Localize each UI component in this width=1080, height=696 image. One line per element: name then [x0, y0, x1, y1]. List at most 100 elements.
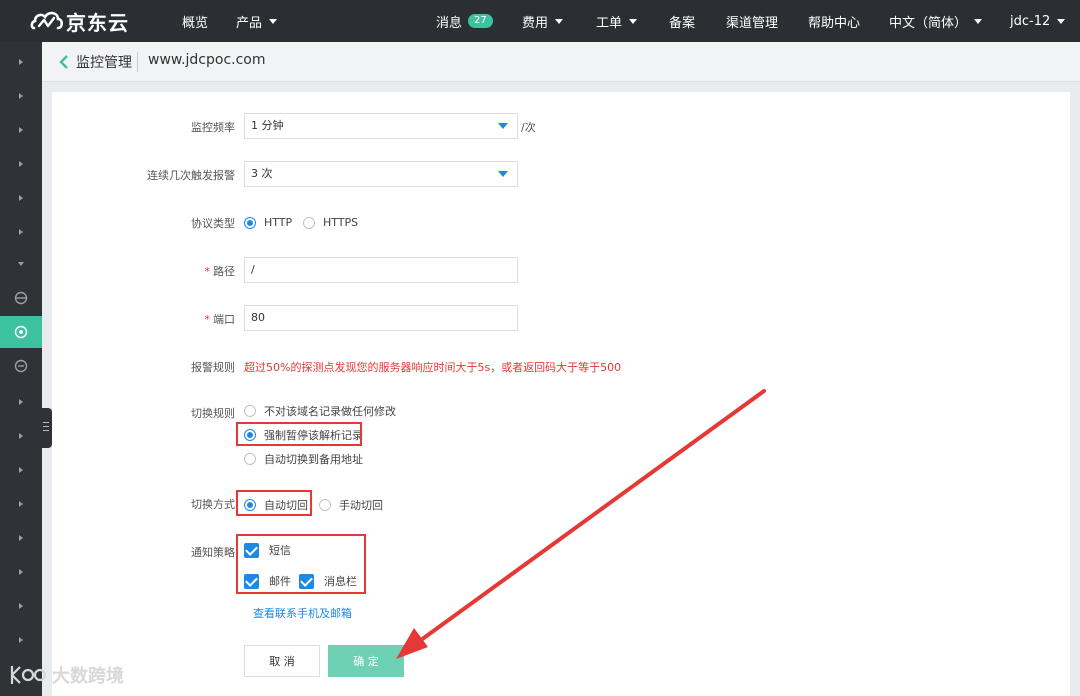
- protocol-radio-http[interactable]: HTTP: [244, 216, 292, 229]
- trigger-label: 连续几次触发报警: [147, 169, 235, 182]
- dropdown-arrow-icon: [498, 123, 508, 129]
- nav-language[interactable]: 中文（简体）: [889, 0, 983, 42]
- rail-item[interactable]: [0, 624, 42, 656]
- nav-billing-label: 费用: [522, 15, 549, 31]
- protocol-label: 协议类型: [191, 217, 235, 230]
- rail-item[interactable]: [0, 80, 42, 112]
- chevron-right-icon: [19, 59, 23, 65]
- chevron-down-icon: [974, 18, 983, 24]
- port-input[interactable]: 80: [244, 305, 518, 331]
- required-mark: *: [204, 265, 211, 278]
- radio-unchecked-icon: [244, 453, 256, 465]
- chevron-right-icon: [19, 127, 23, 133]
- switch-rule-radio-none[interactable]: 不对该域名记录做任何修改: [244, 403, 396, 419]
- cloud-logo-icon: [30, 11, 64, 30]
- divider: [137, 52, 138, 72]
- port-label-text: 端口: [213, 313, 235, 326]
- switch-rule-radio-backup[interactable]: 自动切换到备用地址: [244, 451, 363, 467]
- cancel-button[interactable]: 取 消: [244, 645, 320, 677]
- notify-label: 通知策略: [191, 546, 235, 559]
- chevron-right-icon: [19, 535, 23, 541]
- port-label: * 端口: [35, 311, 236, 327]
- path-input[interactable]: /: [244, 257, 518, 283]
- brand-name: 京东云: [66, 10, 129, 35]
- nav-overview-label: 概览: [182, 15, 209, 31]
- globe-icon: [14, 291, 28, 305]
- nav-overview[interactable]: 概览: [182, 0, 208, 42]
- brand-logo[interactable]: 京东云: [30, 7, 129, 35]
- rail-item[interactable]: [0, 420, 42, 452]
- messages-count-badge: 27: [468, 14, 493, 28]
- radio-label: 自动切换到备用地址: [264, 453, 363, 466]
- highlight-box-switch-rule: [236, 422, 362, 446]
- radio-label: 手动切回: [339, 499, 383, 512]
- alarm-rule-text: 超过50%的探测点发现您的服务器响应时间大于5s，或者返回码大于等于500: [244, 361, 622, 374]
- chevron-right-icon: [19, 569, 23, 575]
- nav-filing[interactable]: 备案: [669, 0, 695, 42]
- nav-user-label: jdc-12: [1010, 13, 1051, 29]
- highlight-box-switch-mode: [236, 490, 312, 516]
- chevron-right-icon: [19, 501, 23, 507]
- rail-item[interactable]: [0, 556, 42, 588]
- chevron-right-icon: [19, 93, 23, 99]
- switch-rule-label: 切换规则: [191, 407, 235, 420]
- nav-user[interactable]: jdc-12: [1010, 0, 1066, 42]
- chevron-right-icon: [19, 195, 23, 201]
- chevron-right-icon: [19, 603, 23, 609]
- protocol-radio-https[interactable]: HTTPS: [303, 216, 358, 229]
- nav-tickets[interactable]: 工单: [596, 0, 638, 42]
- radio-label: HTTP: [264, 216, 293, 229]
- chevron-down-icon: [555, 18, 564, 24]
- frequency-label: 监控频率: [191, 121, 235, 134]
- rail-item[interactable]: [0, 590, 42, 622]
- chevron-right-icon: [19, 433, 23, 439]
- nav-messages-label: 消息: [436, 15, 463, 31]
- rail-item[interactable]: [0, 454, 42, 486]
- chevron-down-icon: [1057, 18, 1066, 24]
- chevron-right-icon: [19, 399, 23, 405]
- nav-products[interactable]: 产品: [236, 0, 278, 42]
- chevron-right-icon: [19, 161, 23, 167]
- alarm-rule-label: 报警规则: [191, 361, 235, 374]
- rail-item[interactable]: [0, 182, 42, 214]
- chevron-right-icon: [19, 637, 23, 643]
- chevron-right-icon: [19, 229, 23, 235]
- contact-info-link[interactable]: 查看联系手机及邮箱: [253, 605, 352, 621]
- back-arrow-icon[interactable]: [58, 54, 70, 70]
- switch-mode-radio-manual[interactable]: 手动切回: [319, 497, 383, 513]
- page-title: www.jdcpoc.com: [148, 52, 266, 68]
- trigger-select[interactable]: 3 次: [244, 161, 518, 187]
- nav-billing[interactable]: 费用: [522, 0, 564, 42]
- nav-tickets-label: 工单: [596, 15, 623, 31]
- breadcrumb[interactable]: 监控管理: [76, 52, 132, 72]
- nav-help[interactable]: 帮助中心: [808, 0, 860, 42]
- chevron-right-icon: [19, 467, 23, 473]
- watermark-text: 大数跨境: [52, 666, 124, 687]
- radio-unchecked-icon: [303, 216, 315, 229]
- required-mark: *: [204, 313, 211, 326]
- path-label-text: 路径: [213, 265, 235, 278]
- frequency-value: 1 分钟: [251, 119, 284, 132]
- chevron-down-icon: [269, 18, 278, 24]
- path-label: * 路径: [35, 263, 236, 279]
- breadcrumb-header: 监控管理 www.jdcpoc.com: [42, 42, 1080, 82]
- chevron-down-icon: [629, 18, 638, 24]
- radio-label: 不对该域名记录做任何修改: [264, 405, 396, 418]
- radio-checked-icon: [244, 216, 256, 229]
- nav-filing-label: 备案: [669, 15, 696, 31]
- rail-item-monitor[interactable]: [0, 282, 42, 314]
- nav-channel[interactable]: 渠道管理: [726, 0, 778, 42]
- switch-mode-label: 切换方式: [191, 498, 235, 511]
- minus-circle-icon: [14, 359, 28, 373]
- nav-help-label: 帮助中心: [808, 15, 861, 31]
- radio-label: HTTPS: [323, 216, 359, 229]
- frequency-select[interactable]: 1 分钟: [244, 113, 518, 139]
- rail-item[interactable]: [0, 46, 42, 78]
- radio-unchecked-icon: [319, 499, 331, 511]
- frequency-suffix: /次: [521, 121, 536, 134]
- watermark: 大数跨境: [8, 662, 124, 688]
- nav-messages[interactable]: 消息 27: [436, 0, 493, 42]
- highlight-box-notify: [236, 534, 366, 594]
- dropdown-arrow-icon: [498, 171, 508, 177]
- confirm-button[interactable]: 确 定: [328, 645, 404, 677]
